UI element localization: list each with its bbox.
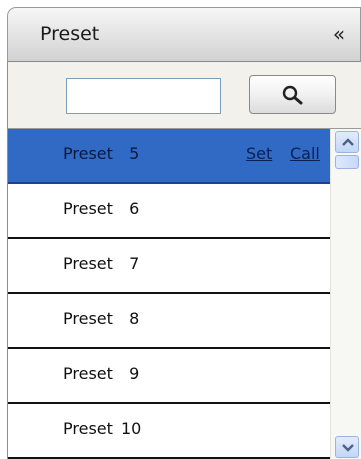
search-button[interactable] [249, 75, 336, 114]
preset-row[interactable]: Preset 9 [8, 349, 330, 404]
panel-body: Preset 5 Set Call Preset 6 Preset 7 Preset 8 P… [7, 62, 361, 459]
preset-row[interactable]: Preset 7 [8, 239, 330, 294]
chevron-up-icon [342, 138, 354, 146]
chevron-down-icon [342, 444, 354, 452]
scroll-up-button[interactable] [335, 131, 359, 153]
preset-label: Preset 10 [63, 419, 142, 438]
vertical-scrollbar[interactable] [330, 129, 361, 459]
search-bar [8, 62, 361, 128]
scroll-thumb[interactable] [335, 155, 359, 169]
preset-row[interactable]: Preset 6 [8, 184, 330, 239]
preset-row[interactable]: Preset 10 [8, 404, 330, 459]
collapse-panel-button[interactable]: « [326, 22, 352, 46]
preset-label: Preset 7 [63, 254, 140, 273]
search-input[interactable] [66, 78, 221, 114]
preset-label: Preset 8 [63, 309, 140, 328]
search-icon [282, 85, 303, 105]
preset-row[interactable]: Preset 8 [8, 294, 330, 349]
preset-row[interactable]: Preset 5 Set Call [8, 129, 330, 184]
preset-label: Preset 5 [63, 144, 140, 163]
panel-title: Preset [40, 23, 100, 45]
preset-label: Preset 9 [63, 364, 140, 383]
preset-list-area: Preset 5 Set Call Preset 6 Preset 7 Preset 8 P… [8, 128, 361, 459]
call-preset-link[interactable]: Call [290, 144, 320, 163]
preset-panel: Preset « Preset 5 Set Call Preset 6 Preset 7… [0, 0, 361, 459]
scroll-down-button[interactable] [335, 436, 359, 458]
set-preset-link[interactable]: Set [246, 144, 272, 163]
preset-label: Preset 6 [63, 199, 140, 218]
panel-header: Preset « [7, 7, 361, 62]
preset-list: Preset 5 Set Call Preset 6 Preset 7 Preset 8 P… [8, 129, 330, 459]
